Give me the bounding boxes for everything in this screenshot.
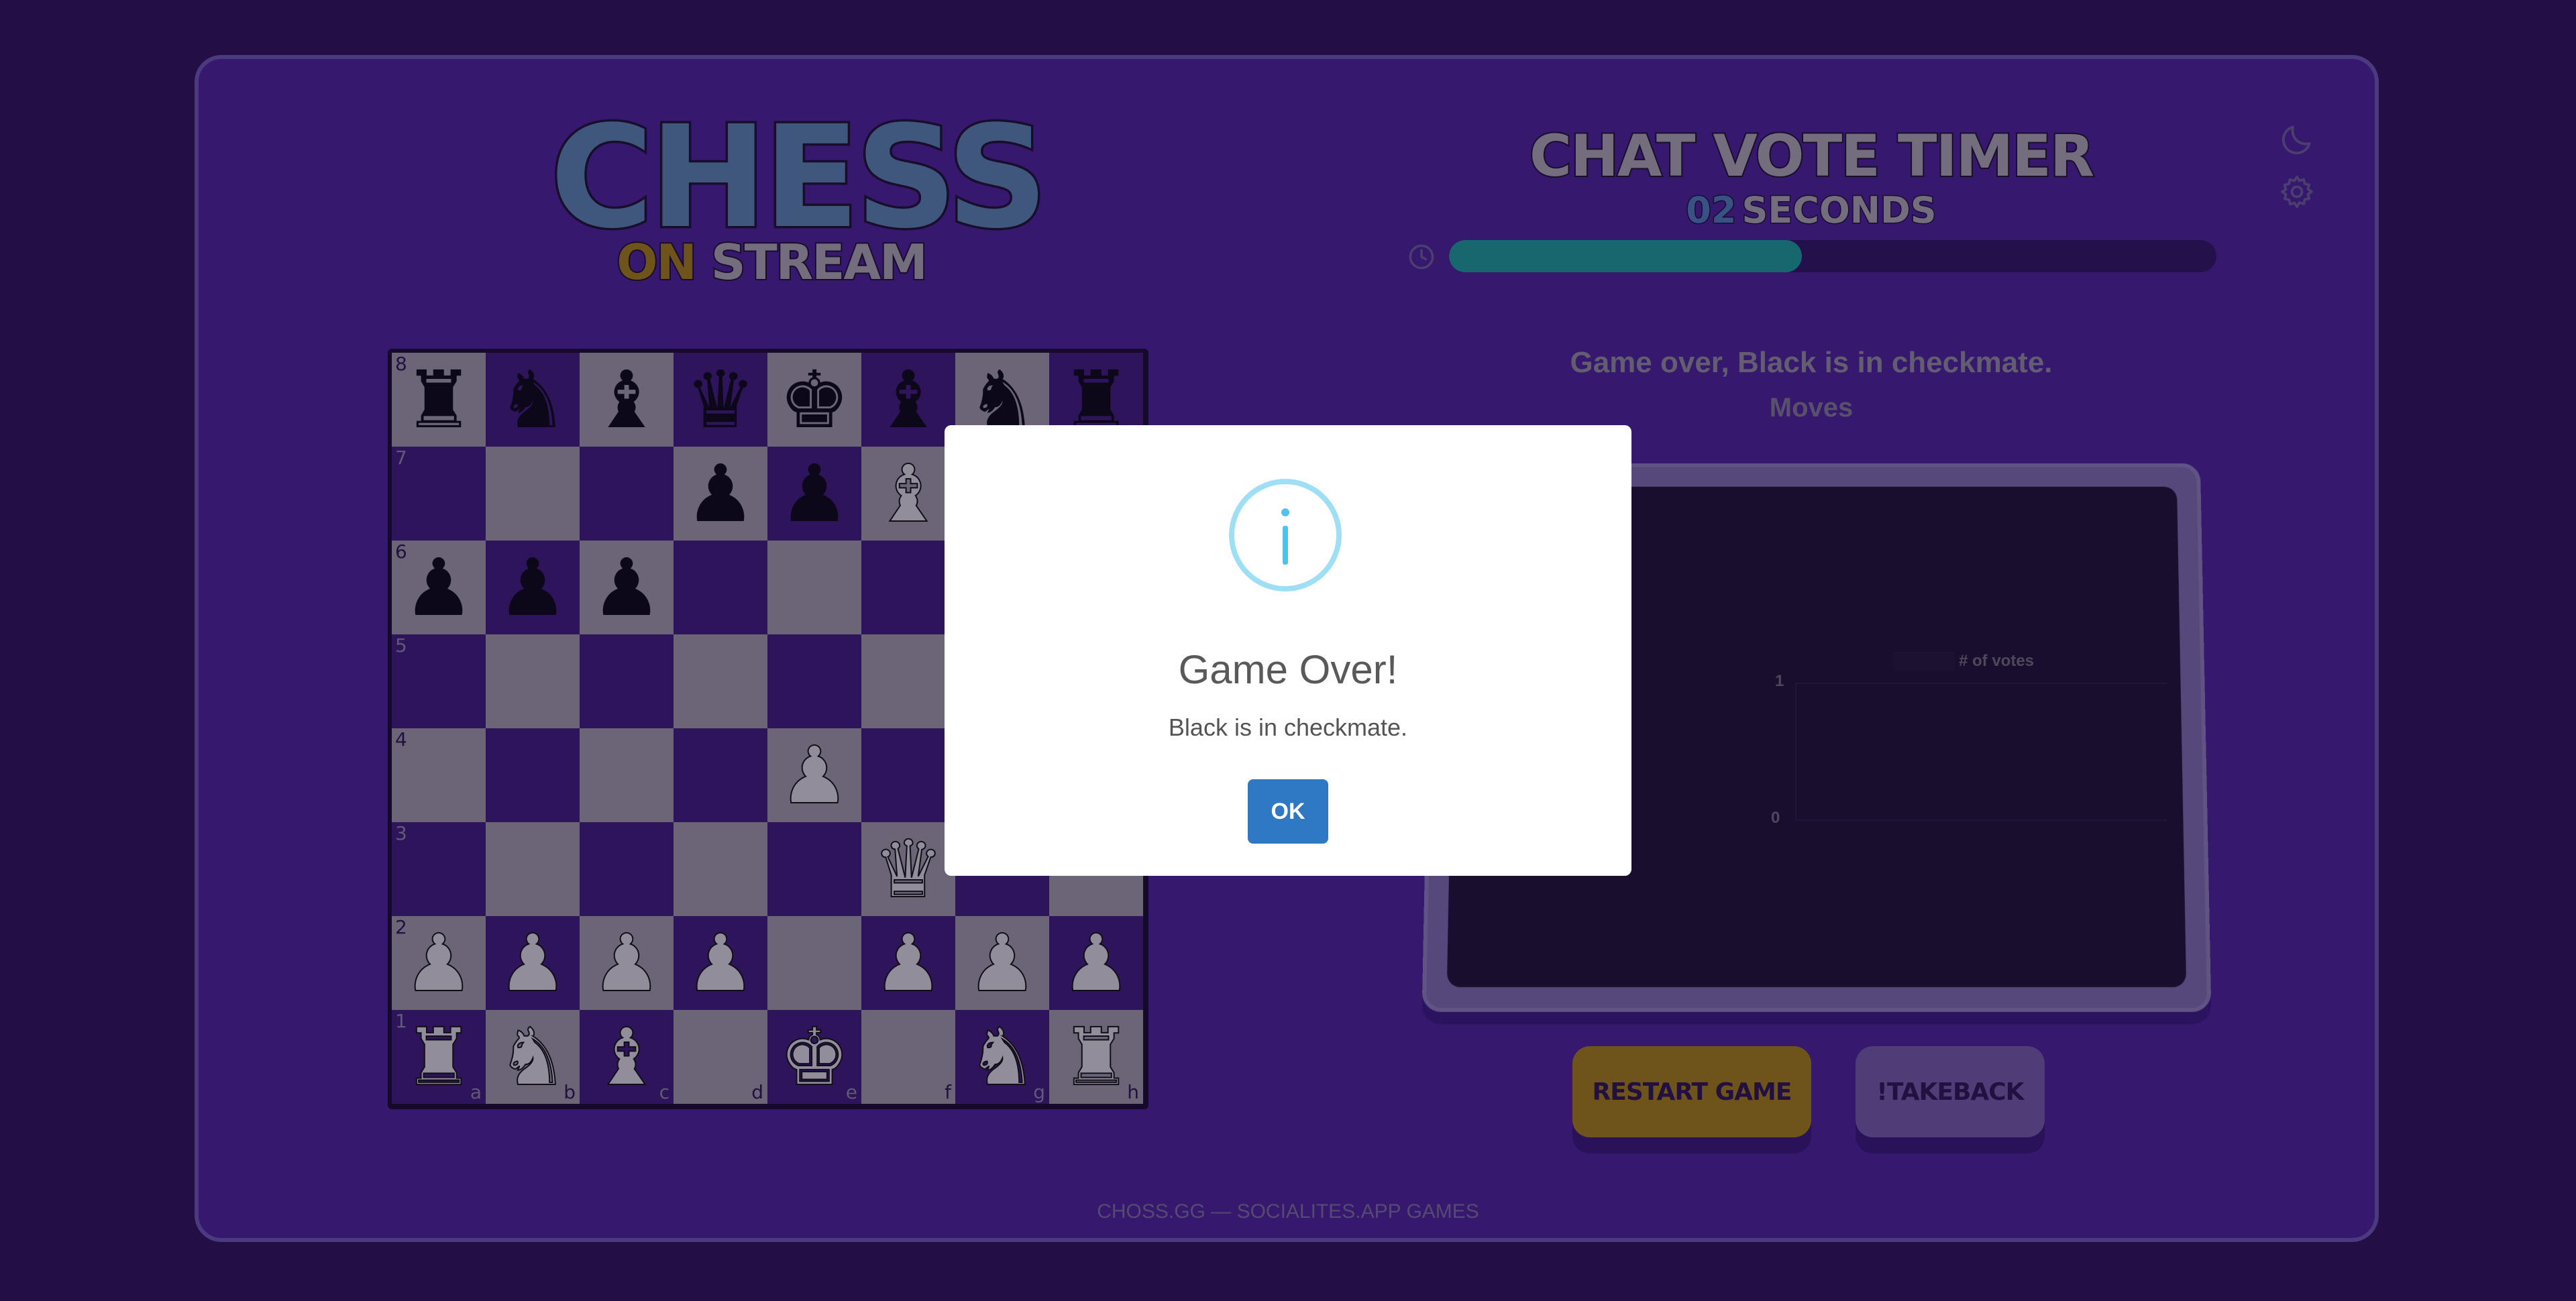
dialog-message: Black is in checkmate. xyxy=(1168,714,1408,741)
dialog-title: Game Over! xyxy=(1178,647,1398,692)
game-over-dialog: Game Over! Black is in checkmate. OK xyxy=(945,425,1631,876)
info-icon-glyph xyxy=(1281,508,1289,565)
ok-button[interactable]: OK xyxy=(1248,779,1328,844)
info-icon xyxy=(1229,479,1342,591)
